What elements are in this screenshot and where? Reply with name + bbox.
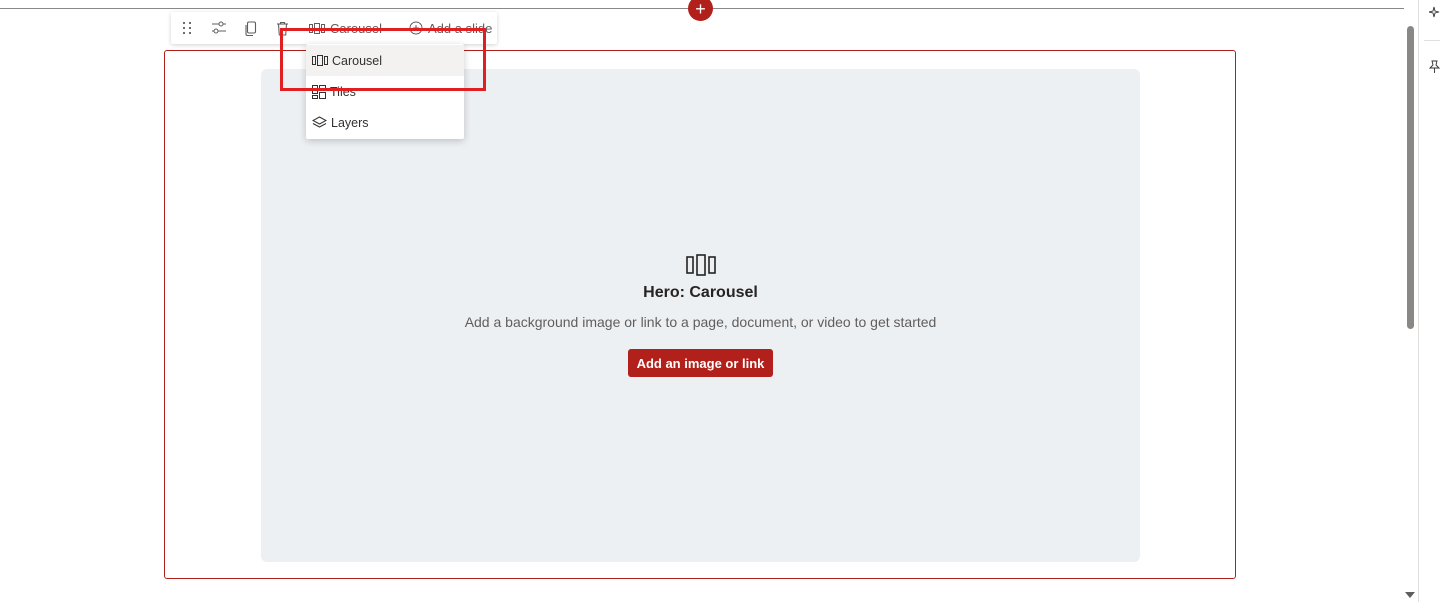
drag-handle-button[interactable] <box>177 12 197 44</box>
layout-menu-item-label: Layers <box>331 115 369 130</box>
layout-menu-item-layers[interactable]: Layers <box>306 107 464 138</box>
pin-icon[interactable] <box>1429 60 1440 74</box>
right-side-panel <box>1418 0 1440 602</box>
carousel-icon <box>686 254 716 276</box>
add-image-or-link-button[interactable]: Add an image or link <box>628 349 773 377</box>
scroll-down-arrow-icon[interactable] <box>1405 592 1415 598</box>
sparkle-icon[interactable] <box>1429 6 1440 18</box>
duplicate-button[interactable] <box>240 12 262 44</box>
annotation-highlight-box <box>280 28 486 91</box>
hero-title: Hero: Carousel <box>643 284 758 301</box>
hero-description: Add a background image or link to a page… <box>464 314 937 330</box>
drag-dots-icon <box>182 21 192 35</box>
add-section-button[interactable]: + <box>688 0 713 21</box>
plus-icon: + <box>695 0 706 19</box>
copy-icon <box>245 20 257 36</box>
edit-properties-button[interactable] <box>208 12 230 44</box>
scrollbar-thumb[interactable] <box>1407 26 1414 329</box>
layers-icon <box>312 115 327 128</box>
sliders-icon <box>212 21 226 34</box>
right-panel-divider <box>1424 40 1440 41</box>
